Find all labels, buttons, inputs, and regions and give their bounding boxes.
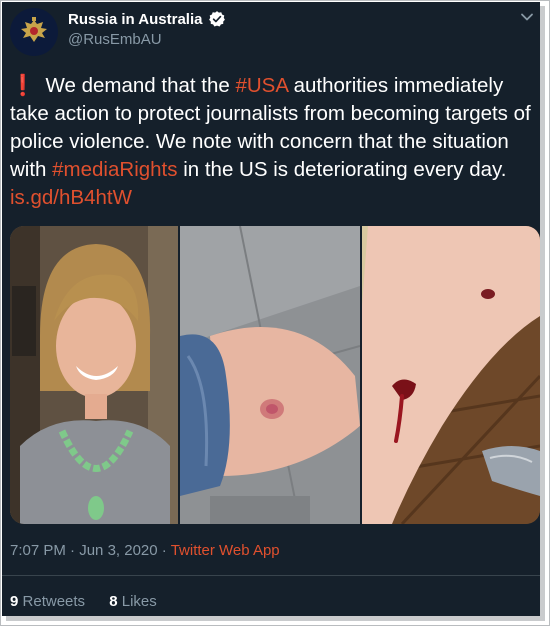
photo-woman-illustration (10, 226, 178, 524)
chevron-down-icon[interactable] (518, 8, 536, 26)
avatar[interactable] (10, 8, 58, 56)
verified-badge-icon (208, 11, 225, 27)
source-app-link[interactable]: Twitter Web App (171, 542, 280, 559)
likes-label: Likes (121, 593, 157, 610)
photo-leg-illustration (362, 226, 540, 524)
text-segment: We demand that the (45, 74, 236, 97)
text-segment: in the US is deteriorating every day. (177, 158, 507, 181)
tweet-link[interactable]: is.gd/hB4htW (10, 186, 132, 209)
frame-shadow-right (540, 6, 545, 620)
photo-bleeding-leg[interactable] (362, 226, 540, 524)
display-name[interactable]: Russia in Australia (68, 10, 226, 28)
meta-separator: · (161, 542, 167, 559)
frame-shadow-bottom (6, 616, 545, 621)
tweet-time[interactable]: 7:07 PM (10, 542, 66, 559)
exclamation-icon: ❗ (10, 74, 36, 97)
tweet-text: ❗ We demand that the #USA authorities imm… (10, 72, 535, 212)
likes-stat[interactable]: 8 Likes (109, 593, 157, 610)
photo-smiling-woman[interactable] (10, 226, 178, 524)
engagement-stats: 9 Retweets 8 Likes (10, 593, 177, 610)
russian-coat-of-arms-icon (21, 17, 47, 42)
tweet-meta: 7:07 PM · Jun 3, 2020 · Twitter Web App (10, 542, 280, 559)
retweets-stat[interactable]: 9 Retweets (10, 593, 85, 610)
hashtag-mediarights[interactable]: #mediaRights (52, 158, 177, 181)
divider (2, 575, 540, 576)
tweet-date[interactable]: Jun 3, 2020 (79, 542, 157, 559)
meta-separator: · (70, 542, 76, 559)
likes-count: 8 (109, 593, 118, 610)
media-grid (10, 226, 540, 524)
tweet-card: Russia in Australia @RusEmbAU ❗ We demand… (2, 2, 540, 616)
retweets-label: Retweets (22, 593, 86, 610)
handle[interactable]: @RusEmbAU (68, 31, 162, 48)
photo-bruised-arm[interactable] (180, 226, 360, 524)
display-name-text: Russia in Australia (68, 10, 203, 28)
hashtag-usa[interactable]: #USA (235, 74, 287, 97)
retweets-count: 9 (10, 593, 19, 610)
photo-arm-illustration (180, 226, 360, 524)
